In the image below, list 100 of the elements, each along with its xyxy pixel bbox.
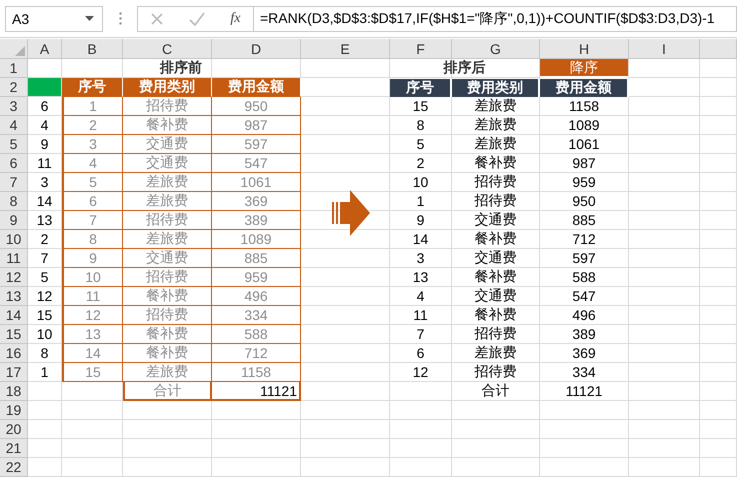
table-cell-text: 6 xyxy=(416,344,426,363)
table-cell: 餐补费 xyxy=(123,287,212,306)
table-cell-text: 11 xyxy=(412,306,429,325)
column-header[interactable]: D xyxy=(212,39,301,59)
table-cell: 交通费 xyxy=(123,249,212,268)
column-heading: 费用类别 xyxy=(452,79,540,97)
table-cell-text: 招待费 xyxy=(474,192,518,210)
column-header[interactable]: F xyxy=(390,39,452,59)
table-cell-text: 1 xyxy=(416,192,426,211)
table-cell: 959 xyxy=(212,268,301,287)
column-heading: 费用类别 xyxy=(123,78,212,97)
table-cell-text: 15 xyxy=(412,97,430,116)
table-cell-text: 餐补费 xyxy=(474,154,518,172)
table-cell: 6 xyxy=(62,192,123,211)
column-heading: 费用金额 xyxy=(212,78,301,97)
table-cell: 1158 xyxy=(212,363,301,382)
row-header[interactable]: 15 xyxy=(0,325,28,344)
table-cell-text: 9 xyxy=(40,135,50,154)
name-box[interactable]: A3 xyxy=(5,6,103,32)
caret-icon xyxy=(85,16,94,21)
column-heading: 费用金额 xyxy=(540,79,629,97)
row-header[interactable]: 20 xyxy=(0,420,28,439)
row-header[interactable]: 11 xyxy=(0,249,28,268)
table-cell-text: 差旅费 xyxy=(474,344,518,362)
table-cell-text: 10 xyxy=(412,173,430,192)
table-cell-text: 9 xyxy=(416,211,426,230)
column-header[interactable]: I xyxy=(629,39,700,59)
row-header[interactable]: 17 xyxy=(0,363,28,382)
table-cell: 987 xyxy=(212,116,301,135)
table-cell-text: 8 xyxy=(40,344,50,363)
row-header[interactable]: 21 xyxy=(0,439,28,458)
row-header[interactable]: 13 xyxy=(0,287,28,306)
column-header[interactable]: H xyxy=(540,39,629,59)
row-header[interactable]: 14 xyxy=(0,306,28,325)
table-cell-text: 15 xyxy=(36,306,54,325)
table-cell: 950 xyxy=(212,97,301,116)
row-header[interactable]: 19 xyxy=(0,401,28,420)
row-header[interactable]: 9 xyxy=(0,211,28,230)
table-cell-text: 14 xyxy=(412,230,430,249)
insert-function-button[interactable]: fx xyxy=(230,10,240,26)
table-cell-text: 987 xyxy=(571,154,597,173)
table-cell-text: 334 xyxy=(571,363,597,382)
table-cell-text: 14 xyxy=(36,192,54,211)
row-header[interactable]: 6 xyxy=(0,154,28,173)
table-cell-text: 差旅费 xyxy=(474,135,518,153)
row-header[interactable]: 12 xyxy=(0,268,28,287)
table-cell-text: 差旅费 xyxy=(474,116,518,134)
table-cell: 334 xyxy=(212,306,301,325)
column-header[interactable] xyxy=(700,39,737,59)
table-cell: 8 xyxy=(62,230,123,249)
column-header[interactable]: A xyxy=(28,39,62,59)
table-cell: 差旅费 xyxy=(123,192,212,211)
table-cell-text: 餐补费 xyxy=(474,230,518,248)
more-icon xyxy=(119,12,122,25)
row-header[interactable]: 4 xyxy=(0,116,28,135)
table-cell-text: 交通费 xyxy=(474,249,518,267)
table-cell-text: 1158 xyxy=(568,97,600,116)
row-header[interactable]: 10 xyxy=(0,230,28,249)
table-cell-text: 6 xyxy=(40,97,50,116)
table-cell-text: 5 xyxy=(416,135,426,154)
table-cell-text: 2 xyxy=(40,230,50,249)
column-header[interactable]: C xyxy=(123,39,212,59)
right-arrow-icon xyxy=(332,190,370,236)
table-cell: 369 xyxy=(212,192,301,211)
cancel-icon[interactable] xyxy=(150,12,164,26)
table-cell: 交通费 xyxy=(123,154,212,173)
row-header[interactable]: 16 xyxy=(0,344,28,363)
table-cell: 4 xyxy=(62,154,123,173)
table-cell: 招待费 xyxy=(123,268,212,287)
row-header[interactable]: 18 xyxy=(0,382,28,401)
table-cell-text: 389 xyxy=(571,325,597,344)
table-cell-text: 13 xyxy=(36,211,54,230)
column-heading: 序号 xyxy=(390,79,452,97)
row-header[interactable]: 7 xyxy=(0,173,28,192)
row-header[interactable]: 5 xyxy=(0,135,28,154)
formula-field[interactable]: =RANK(D3,$D$3:$D$17,IF($H$1="降序",0,1))+COUNTIF($D$3:D3,D3)-1 xyxy=(253,6,737,32)
row-header[interactable]: 8 xyxy=(0,192,28,211)
table-title: 排序后 xyxy=(390,59,540,78)
table-cell: 招待费 xyxy=(123,306,212,325)
table-cell: 885 xyxy=(212,249,301,268)
row-header[interactable]: 1 xyxy=(0,59,28,78)
column-header[interactable]: E xyxy=(301,39,390,59)
row-header[interactable]: 3 xyxy=(0,97,28,116)
column-header[interactable]: G xyxy=(452,39,540,59)
table-cell-text: 交通费 xyxy=(474,287,518,305)
table-cell-text: 13 xyxy=(412,268,430,287)
table-cell-text: 2 xyxy=(416,154,426,173)
table-cell-text: 招待费 xyxy=(474,173,518,191)
table-cell: 交通费 xyxy=(123,135,212,154)
table-cell-text: 招待费 xyxy=(474,363,518,381)
row-header[interactable]: 22 xyxy=(0,458,28,477)
sort-order-cell[interactable]: 降序 xyxy=(540,59,629,78)
table-cell-text: 餐补费 xyxy=(474,306,518,324)
select-all-icon[interactable] xyxy=(15,46,25,56)
check-icon[interactable] xyxy=(189,12,206,26)
table-cell-text: 588 xyxy=(571,268,597,287)
table-cell-text: 547 xyxy=(571,287,597,306)
row-header[interactable]: 2 xyxy=(0,78,28,97)
table-cell-text: 369 xyxy=(571,344,597,363)
column-header[interactable]: B xyxy=(62,39,123,59)
